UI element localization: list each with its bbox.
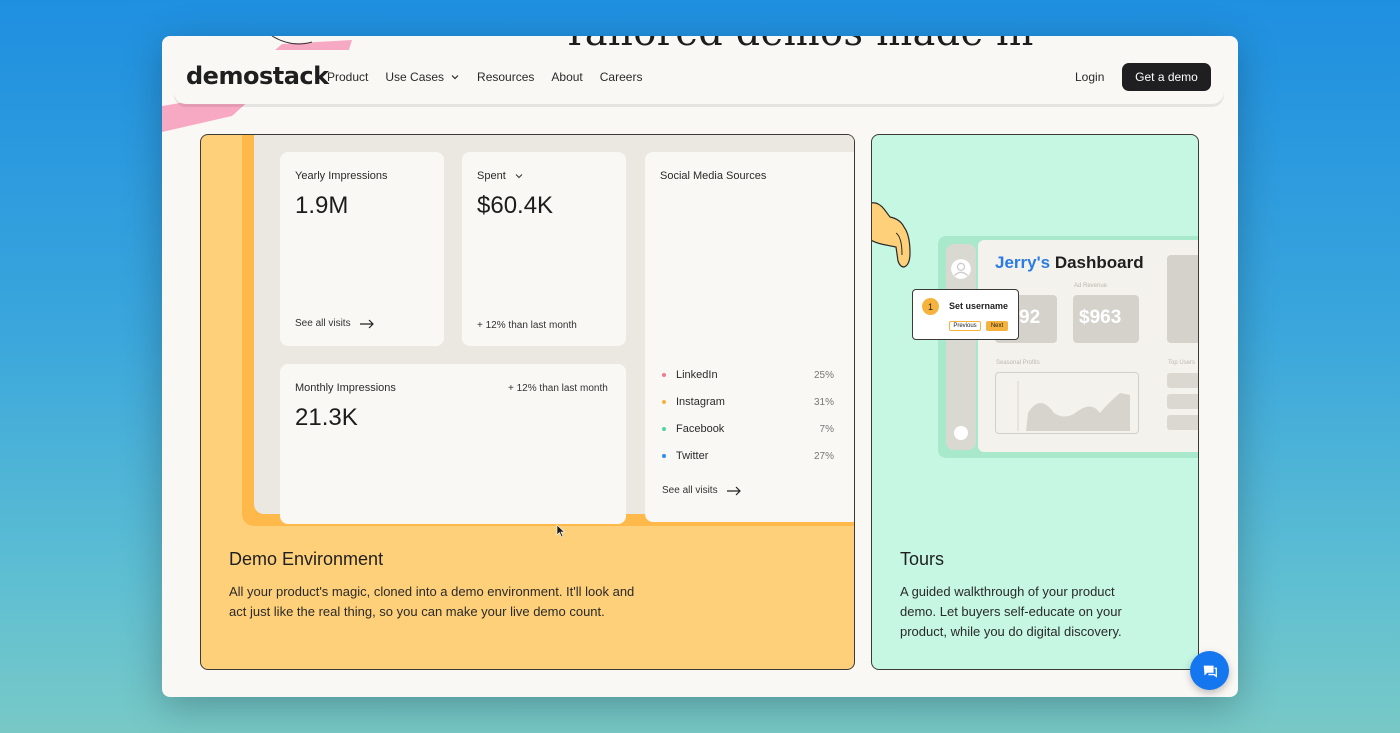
tours-desc-line-3: product, while you do digital discovery. (900, 624, 1122, 639)
source-pct: 31% (813, 396, 834, 408)
social-label: Social Media Sources (660, 170, 767, 182)
mock-sidebar-dot (954, 426, 968, 440)
tours-desc-line-2: demo. Let buyers self-educate on your (900, 604, 1122, 619)
nav-use-cases-label: Use Cases (385, 70, 445, 84)
source-name: Instagram (676, 396, 725, 408)
source-pct: 25% (813, 369, 834, 381)
chat-icon (1203, 665, 1217, 678)
demo-desc-line-2: act just like the real thing, so you can… (229, 604, 605, 619)
twitter-dot (662, 454, 666, 458)
chevron-down-icon (515, 174, 523, 179)
pointing-hand-icon (872, 202, 911, 268)
nav-careers[interactable]: Careers (600, 70, 643, 84)
yearly-see-all-link[interactable]: See all visits (295, 318, 375, 329)
monthly-note: + 12% than last month (508, 383, 608, 394)
instagram-dot (662, 400, 666, 404)
source-row-facebook: Facebook 7% (662, 423, 834, 435)
nav-use-cases[interactable]: Use Cases (385, 70, 460, 84)
mock-list-row (1167, 373, 1198, 388)
navbar: demostack Product Use Cases Resources Ab… (174, 50, 1224, 104)
mock-area-chart (1017, 381, 1130, 431)
source-row-twitter: Twitter 27% (662, 450, 834, 462)
demo-card-title: Demo Environment (229, 549, 384, 569)
mock-stat2-label: Ad Revenue (1074, 283, 1108, 289)
mouse-cursor-icon (556, 524, 566, 538)
tours-card-description: A guided walkthrough of your product dem… (900, 582, 1122, 642)
get-demo-button[interactable]: Get a demo (1122, 63, 1211, 91)
yearly-value: 1.9M (295, 192, 349, 219)
source-pct: 27% (813, 450, 834, 462)
yearly-label: Yearly Impressions (295, 170, 388, 182)
arrow-right-icon (359, 319, 374, 328)
mock-list-row (1167, 394, 1198, 409)
mock-stat-box-3 (1167, 255, 1198, 343)
tours-card-title: Tours (900, 549, 945, 569)
tour-tooltip: 1 Set username Previous Next (912, 289, 1019, 340)
mock-title-name: Jerry's (995, 253, 1051, 272)
source-name: Facebook (676, 423, 725, 435)
dashboard-preview: Yearly Impressions 1.9M See all visits S… (254, 135, 854, 538)
mock-chart (995, 372, 1139, 434)
monthly-impressions-tile: Monthly Impressions + 12% than last mont… (280, 364, 626, 524)
tooltip-previous-button[interactable]: Previous (949, 321, 981, 331)
browser-window: Tailored demos made in demostack Product… (162, 36, 1238, 697)
social-media-tile: Social Media Sources LinkedIn 25% Instag… (645, 152, 854, 522)
mock-sidebar (946, 244, 976, 450)
yearly-impressions-tile: Yearly Impressions 1.9M See all visits (280, 152, 444, 346)
mock-stat-box-2: $963 (1073, 295, 1139, 343)
mock-title-rest: Dashboard (1054, 253, 1144, 272)
demo-card-description: All your product's magic, cloned into a … (229, 582, 634, 622)
mock-stat-2: $963 (1079, 307, 1122, 328)
demo-desc-line-1: All your product's magic, cloned into a … (229, 584, 635, 599)
linkedin-dot (662, 373, 666, 377)
source-row-instagram: Instagram 31% (662, 396, 834, 408)
spent-label-text: Spent (477, 170, 506, 182)
tooltip-step-number: 1 (922, 298, 939, 315)
spent-value: $60.4K (477, 192, 554, 219)
facebook-dot (662, 427, 666, 431)
nav-resources[interactable]: Resources (477, 70, 534, 84)
source-name: Twitter (676, 450, 709, 462)
mock-chart-label: Seasonal Profits (996, 360, 1040, 366)
social-see-all-label: See all visits (662, 485, 718, 496)
nav-links: Product Use Cases Resources About Career… (327, 50, 642, 104)
tooltip-next-button[interactable]: Next (986, 321, 1008, 331)
avatar-icon (951, 259, 971, 279)
logo[interactable]: demostack (186, 62, 329, 90)
spent-note: + 12% than last month (477, 320, 577, 331)
arrow-right-icon (726, 486, 741, 495)
chat-button[interactable] (1190, 651, 1229, 690)
social-see-all-link[interactable]: See all visits (662, 485, 742, 496)
mock-list-label: Top Users (1168, 360, 1196, 366)
tooltip-label: Set username (949, 301, 1009, 311)
source-row-linkedin: LinkedIn 25% (662, 369, 834, 381)
spent-tile: Spent $60.4K + 12% than last month (462, 152, 626, 346)
monthly-label: Monthly Impressions (295, 382, 396, 394)
monthly-value: 21.3K (295, 404, 358, 431)
source-pct: 7% (819, 423, 834, 435)
dashboard-frame: Yearly Impressions 1.9M See all visits S… (242, 135, 854, 538)
mock-dashboard-title: Jerry's Dashboard (995, 253, 1144, 273)
yearly-see-all-label: See all visits (295, 318, 351, 329)
chevron-down-icon (451, 75, 459, 80)
nav-about[interactable]: About (551, 70, 582, 84)
tours-card[interactable]: Jerry's Dashboard 92 $963 Ad Revenue Sea… (871, 134, 1199, 670)
demo-environment-card[interactable]: Yearly Impressions 1.9M See all visits S… (200, 134, 855, 670)
tours-desc-line-1: A guided walkthrough of your product (900, 584, 1115, 599)
mock-list-row (1167, 415, 1198, 430)
spent-label[interactable]: Spent (477, 170, 524, 182)
nav-product[interactable]: Product (327, 70, 368, 84)
login-link[interactable]: Login (1075, 70, 1104, 84)
source-name: LinkedIn (676, 369, 718, 381)
mock-stat-1: 92 (1019, 307, 1041, 328)
